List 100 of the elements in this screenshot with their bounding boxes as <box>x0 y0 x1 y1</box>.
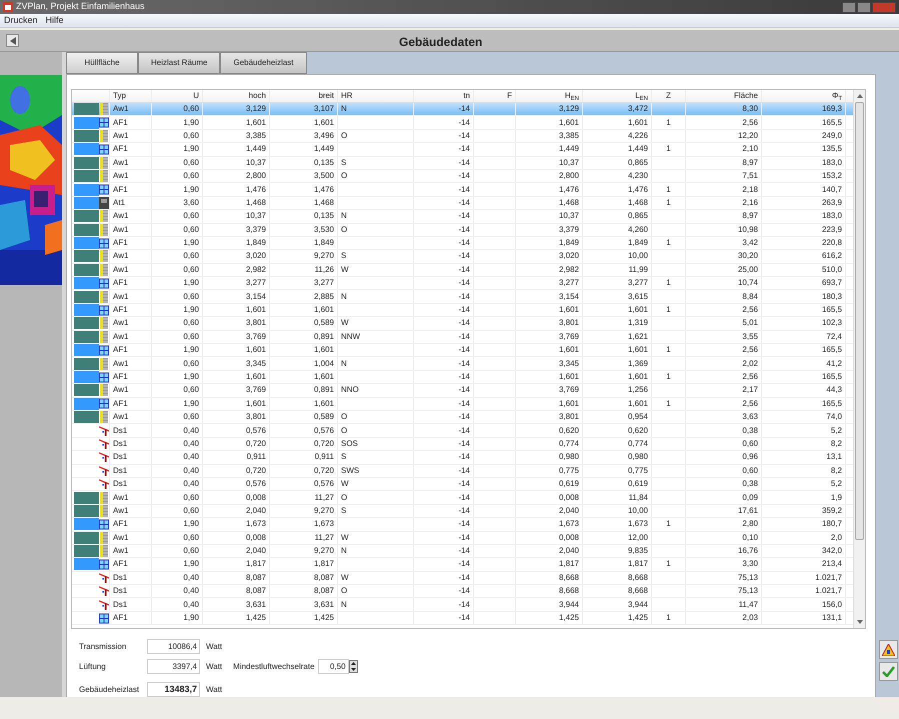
table-row[interactable]: Aw1 0,60 3,129 3,107 N -14 3,129 3,472 8,30 169,3 <box>72 103 853 116</box>
column-header[interactable]: Typ <box>110 90 152 102</box>
table-cell: Aw1 <box>113 358 128 370</box>
table-cell: -14 <box>458 184 470 196</box>
table-row[interactable]: Ds1 0,40 0,720 0,720 SOS -14 0,774 0,774 0,60 8,2 <box>72 438 853 452</box>
table-row[interactable]: Aw1 0,60 3,385 3,496 O -14 3,385 4,226 12,20 249,0 <box>72 130 853 144</box>
table-row[interactable]: Aw1 0,60 3,769 0,891 NNW -14 3,769 1,621 3,55 72,4 <box>72 330 853 344</box>
table-cell: 2,56 <box>742 116 758 129</box>
table-row[interactable]: AF1 1,90 1,673 1,673 -14 1,673 1,673 1 2,80 180,7 <box>72 518 853 532</box>
table-cell: AF1 <box>113 277 128 290</box>
table-row[interactable]: Ds1 0,40 0,720 0,720 SWS -14 0,775 0,775 0,60 8,2 <box>72 464 853 478</box>
table-cell: 342,0 <box>822 545 842 558</box>
table-cell: 183,0 <box>822 210 842 222</box>
table-cell: Ds1 <box>113 438 128 450</box>
table-cell: 0,774 <box>628 438 648 450</box>
table-cell: -14 <box>458 237 470 250</box>
table-row[interactable]: Aw1 0,60 10,37 0,135 N -14 10,37 0,865 8,97 183,0 <box>72 210 853 224</box>
table-row[interactable]: Aw1 0,60 10,37 0,135 S -14 10,37 0,865 8,97 183,0 <box>72 156 853 170</box>
tab[interactable]: Heizlast Räume <box>138 52 220 74</box>
column-header[interactable]: L$_{EN}$ <box>583 90 652 102</box>
table-row[interactable]: Aw1 0,60 3,154 2,885 N -14 3,154 3,615 8,84 180,3 <box>72 290 853 304</box>
ok-button[interactable] <box>879 662 898 681</box>
tab[interactable]: Hüllfläche <box>66 52 138 74</box>
value-field[interactable]: 10086,4 <box>147 639 200 654</box>
table-row[interactable]: Ds1 0,40 0,576 0,576 O -14 0,620 0,620 0,38 5,2 <box>72 424 853 438</box>
table-cell: 1,90 <box>183 277 199 290</box>
back-button[interactable] <box>6 34 19 47</box>
column-header[interactable]: breit <box>270 90 338 102</box>
column-header[interactable]: H$_{EN}$ <box>516 90 583 102</box>
table-row[interactable]: AF1 1,90 1,425 1,425 -14 1,425 1,425 1 2,03 131,1 <box>72 612 853 626</box>
table-cell: 1,449 <box>314 143 334 156</box>
table-cell: 5,2 <box>830 424 842 437</box>
table-row[interactable]: AF1 1,90 1,601 1,601 -14 1,601 1,601 1 2,56 165,5 <box>72 116 853 130</box>
table-row[interactable]: Aw1 0,60 2,982 11,26 W -14 2,982 11,99 25,00 510,0 <box>72 264 853 278</box>
table-row[interactable]: At1 3,60 1,468 1,468 -14 1,468 1,468 1 2,16 263,9 <box>72 196 853 210</box>
table-cell: 0,60 <box>183 330 199 343</box>
table-cell: -14 <box>458 478 470 490</box>
table-row[interactable]: Aw1 0,60 2,040 9,270 S -14 2,040 10,00 17,61 359,2 <box>72 504 853 518</box>
table-row[interactable]: AF1 1,90 1,601 1,601 -14 1,601 1,601 1 2,56 165,5 <box>72 304 853 318</box>
table-cell: 1,621 <box>628 330 648 343</box>
table-cell: 2,982 <box>246 264 266 276</box>
table-row[interactable]: Aw1 0,60 2,800 3,500 O -14 2,800 4,230 7,51 153,2 <box>72 170 853 184</box>
table-cell: 1,601 <box>246 398 266 410</box>
table-row[interactable]: AF1 1,90 1,449 1,449 -14 1,449 1,449 1 2,10 135,5 <box>72 143 853 157</box>
table-row[interactable]: Aw1 0,60 0,008 11,27 W -14 0,008 12,00 0,10 2,0 <box>72 532 853 545</box>
table-cell: 1,468 <box>558 196 579 209</box>
table-row[interactable]: AF1 1,90 1,476 1,476 -14 1,476 1,476 1 2,18 140,7 <box>72 183 853 197</box>
table-row[interactable]: Ds1 0,40 3,631 3,631 N -14 3,944 3,944 11,47 156,0 <box>72 598 853 612</box>
column-header[interactable]: F <box>474 90 516 102</box>
menu-item[interactable]: Drucken <box>4 14 38 28</box>
table-row[interactable]: Ds1 0,40 0,911 0,911 S -14 0,980 0,980 0,96 13,1 <box>72 451 853 465</box>
scroll-thumb[interactable] <box>855 102 864 540</box>
table-row[interactable]: Aw1 0,60 2,040 9,270 N -14 2,040 9,835 16,76 342,0 <box>72 544 853 558</box>
menu-item[interactable]: Hilfe <box>46 14 64 28</box>
table-cell: 44,3 <box>826 384 842 396</box>
table-row[interactable]: AF1 1,90 1,601 1,601 -14 1,601 1,601 1 2,56 165,5 <box>72 370 853 384</box>
scrollbar[interactable] <box>853 90 865 628</box>
table-row[interactable]: AF1 1,90 1,817 1,817 -14 1,817 1,817 1 3,30 213,4 <box>72 558 853 572</box>
table-row[interactable]: Ds1 0,40 8,087 8,087 O -14 8,668 8,668 75,13 1.021,7 <box>72 585 853 598</box>
column-header[interactable]: U <box>152 90 203 102</box>
table-row[interactable]: Ds1 0,40 0,576 0,576 W -14 0,619 0,619 0,38 5,2 <box>72 478 853 492</box>
column-header[interactable]: Fläche <box>686 90 762 102</box>
table-cell: 8,087 <box>314 585 334 598</box>
table-cell: 2,18 <box>742 184 758 196</box>
table-cell: N <box>341 358 347 370</box>
table-cell: 0,60 <box>183 545 199 558</box>
column-header[interactable]: Z <box>652 90 686 102</box>
column-header[interactable]: hoch <box>203 90 270 102</box>
tab[interactable]: Gebäudeheizlast <box>220 52 307 74</box>
table-cell: 10,00 <box>628 504 648 517</box>
maximize-button[interactable] <box>857 2 871 12</box>
table-row[interactable]: AF1 1,90 1,849 1,849 -14 1,849 1,849 1 3,42 220,8 <box>72 236 853 250</box>
close-button[interactable] <box>872 2 896 12</box>
table-row[interactable]: Aw1 0,60 3,379 3,530 O -14 3,379 4,260 10,98 223,9 <box>72 224 853 237</box>
warning-button[interactable] <box>879 640 898 659</box>
table-cell: 3,63 <box>742 411 758 424</box>
column-header[interactable]: tn <box>414 90 474 102</box>
table-row[interactable]: Ds1 0,40 8,087 8,087 W -14 8,668 8,668 75,13 1.021,7 <box>72 572 853 586</box>
field-label: Gebäudeheizlast <box>79 684 140 696</box>
table-cell: -14 <box>458 598 470 611</box>
table-cell: 0,911 <box>246 451 266 464</box>
table-cell: -14 <box>458 572 470 584</box>
column-header[interactable]: Φ$_{T}$ <box>762 90 846 102</box>
table-row[interactable]: Aw1 0,60 3,020 9,270 S -14 3,020 10,00 30,20 616,2 <box>72 250 853 264</box>
table-cell: 249,0 <box>822 130 842 142</box>
table-row[interactable]: Aw1 0,60 3,345 1,004 N -14 3,345 1,369 2,02 41,2 <box>72 357 853 371</box>
table-row[interactable]: Aw1 0,60 3,769 0,891 NNO -14 3,769 1,256 2,17 44,3 <box>72 384 853 398</box>
table-row[interactable]: Aw1 0,60 0,008 11,27 O -14 0,008 11,84 0,09 1,9 <box>72 491 853 505</box>
minimize-button[interactable] <box>842 2 856 12</box>
table-cell: W <box>341 264 349 276</box>
table-cell: 8,668 <box>558 572 579 584</box>
column-header[interactable]: HR <box>338 90 414 102</box>
table-row[interactable]: Aw1 0,60 3,801 0,589 O -14 3,801 0,954 3,63 74,0 <box>72 410 853 424</box>
table-row[interactable]: AF1 1,90 3,277 3,277 -14 3,277 3,277 1 10,74 693,7 <box>72 277 853 290</box>
table-cell: 0,865 <box>628 156 648 169</box>
table-row[interactable]: Aw1 0,60 3,801 0,589 W -14 3,801 1,319 5,01 102,3 <box>72 317 853 331</box>
table-row[interactable]: AF1 1,90 1,601 1,601 -14 1,601 1,601 1 2,56 165,5 <box>72 344 853 358</box>
rate-field[interactable]: 0,50 <box>318 659 349 674</box>
table-row[interactable]: AF1 1,90 1,601 1,601 -14 1,601 1,601 1 2,56 165,5 <box>72 398 853 411</box>
value-field[interactable]: 3397,4 <box>147 659 200 674</box>
